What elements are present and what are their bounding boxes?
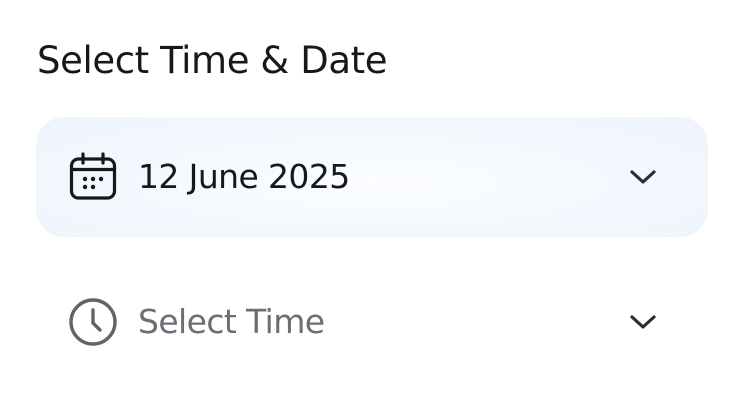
time-placeholder: Select Time <box>138 302 325 341</box>
time-date-selector: Select Time & Date 12 June 2025 Select T… <box>0 0 744 417</box>
clock-icon <box>68 297 118 347</box>
section-title: Select Time & Date <box>37 39 388 82</box>
chevron-down-icon[interactable] <box>628 162 658 192</box>
chevron-down-icon[interactable] <box>628 307 658 337</box>
calendar-icon <box>68 152 118 202</box>
date-select[interactable]: 12 June 2025 <box>36 117 708 237</box>
time-select[interactable]: Select Time <box>36 262 708 382</box>
selected-date-value: 12 June 2025 <box>138 157 350 196</box>
